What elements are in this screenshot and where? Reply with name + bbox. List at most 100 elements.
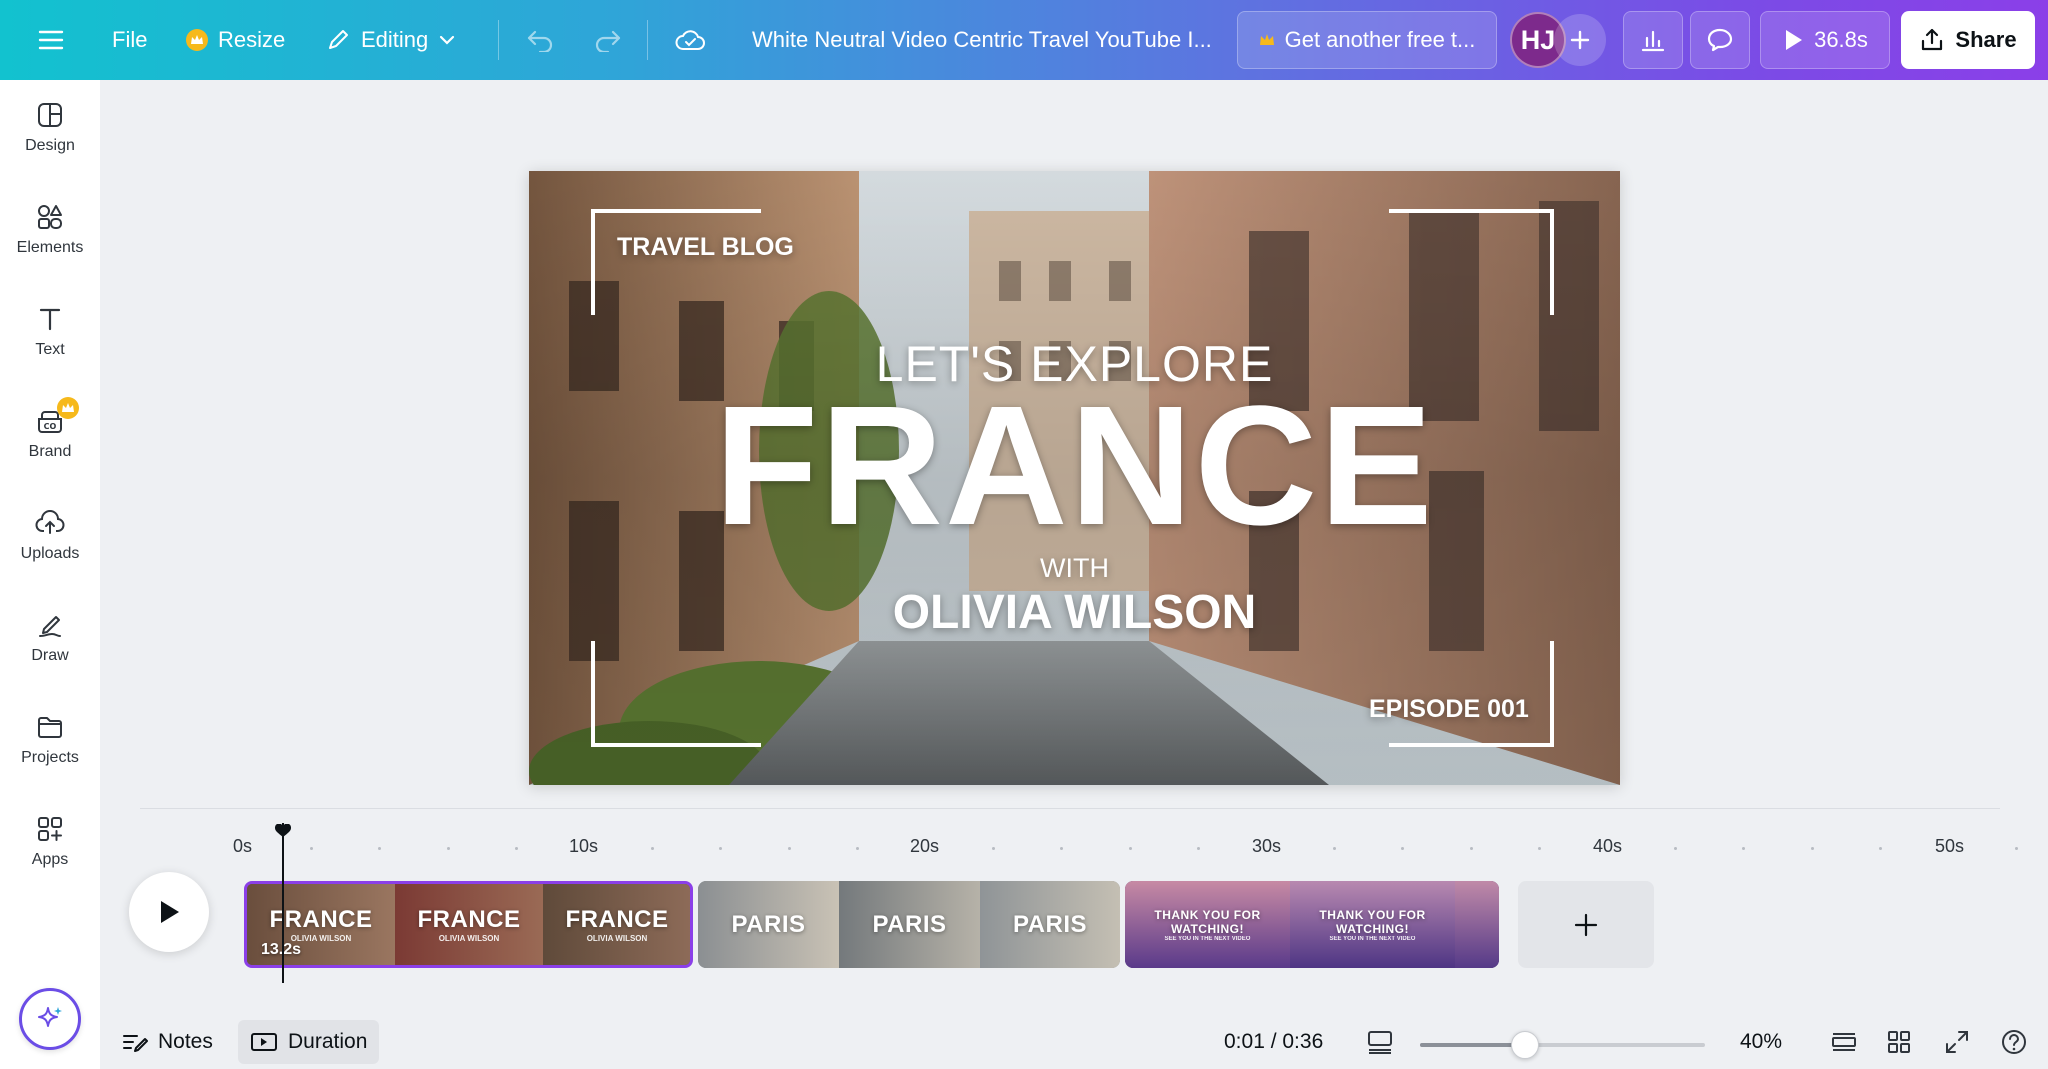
elements-icon (36, 203, 64, 231)
ruler-tick (1537, 847, 1541, 850)
grid-view-button[interactable] (1886, 1022, 1912, 1062)
editing-label: Editing (361, 27, 429, 52)
ruler-tick (1128, 847, 1132, 850)
clip-title: PARIS (872, 910, 947, 938)
ruler-label: 50s (1935, 836, 1965, 856)
clip-title: FRANCE (417, 906, 521, 933)
add-clip-button[interactable] (1518, 881, 1654, 968)
duration-button[interactable]: Duration (238, 1020, 380, 1064)
sidebar-item-apps[interactable]: Apps (0, 797, 100, 887)
sidebar-item-text[interactable]: Text (0, 287, 100, 377)
filmstrip-icon (1366, 1029, 1394, 1055)
crown-icon (186, 29, 208, 51)
fullscreen-button[interactable] (1944, 1022, 1970, 1062)
playhead[interactable] (282, 823, 284, 983)
ruler-label: 30s (1252, 836, 1282, 856)
ruler-tick (787, 847, 791, 850)
sidebar-item-projects[interactable]: Projects (0, 695, 100, 785)
menu-icon[interactable] (38, 0, 64, 80)
clip-frame: THANK YOU FOR WATCHING! SEE YOU IN THE N… (1125, 881, 1290, 968)
grid-icon (1886, 1029, 1912, 1055)
clip-title: PARIS (731, 910, 806, 938)
share-label: Share (1955, 27, 2017, 52)
ruler-label: 40s (1593, 836, 1623, 856)
zoom-level[interactable]: 40% (1740, 1022, 1782, 1062)
timeline-clip-france[interactable]: FRANCE OLIVIA WILSON FRANCE OLIVIA WILSO… (244, 881, 693, 968)
sidebar-item-label: Projects (21, 749, 79, 766)
sparkle-icon (35, 1004, 65, 1034)
notes-icon (122, 1031, 148, 1053)
sidebar-item-design[interactable]: Design (0, 83, 100, 173)
redo-button[interactable] (592, 0, 622, 80)
episode-text[interactable]: EPISODE 001 (1369, 695, 1529, 724)
sidebar-item-uploads[interactable]: Uploads (0, 491, 100, 581)
notes-button[interactable]: Notes (122, 1022, 213, 1062)
file-menu[interactable]: File (112, 0, 147, 80)
clip-subtitle: OLIVIA WILSON (586, 934, 648, 943)
pages-icon (1830, 1029, 1858, 1055)
free-trial-button[interactable]: Get another free t... (1237, 11, 1497, 69)
cloud-save-status[interactable] (674, 0, 706, 80)
comments-button[interactable] (1690, 11, 1750, 69)
redo-icon (592, 28, 622, 52)
ruler-tick (1674, 847, 1678, 850)
page-view-toggle[interactable] (1366, 1022, 1394, 1062)
clip-title: FRANCE (269, 906, 373, 933)
svg-text:CO: CO (44, 422, 57, 431)
timeline-clip-thank-you[interactable]: THANK YOU FOR WATCHING! SEE YOU IN THE N… (1125, 881, 1499, 968)
clip-frame (1455, 881, 1499, 968)
clip-title: PARIS (1012, 910, 1088, 938)
ruler-tick (2015, 847, 2019, 850)
sidebar-item-brand[interactable]: CO Brand (0, 389, 100, 479)
share-button[interactable]: Share (1901, 11, 2035, 69)
avatar-initials: HJ (1520, 24, 1556, 55)
ruler-tick (992, 847, 996, 850)
with-text[interactable]: WITH (529, 553, 1620, 584)
invite-button[interactable] (1554, 14, 1606, 66)
help-button[interactable] (2000, 1022, 2028, 1062)
free-trial-label: Get another free t... (1284, 27, 1476, 52)
sidebar-item-label: Brand (28, 443, 72, 460)
present-play-button[interactable]: 36.8s (1760, 11, 1890, 69)
insights-button[interactable] (1623, 11, 1683, 69)
pages-button[interactable] (1830, 1022, 1858, 1062)
design-canvas[interactable]: TRAVEL BLOG LET'S EXPLORE FRANCE WITH OL… (529, 171, 1620, 785)
ruler-tick (1333, 847, 1337, 850)
clip-frame: FRANCE OLIVIA WILSON (543, 884, 690, 965)
travel-blog-text[interactable]: TRAVEL BLOG (617, 233, 794, 262)
pencil-icon (325, 27, 351, 53)
sidebar-item-draw[interactable]: Draw (0, 593, 100, 683)
headline-text[interactable]: FRANCE (529, 381, 1620, 551)
clip-title: THANK YOU FOR WATCHING! (1319, 907, 1426, 936)
ruler-tick (1742, 847, 1746, 850)
clip-frame: FRANCE OLIVIA WILSON (395, 884, 543, 965)
playback-time-text: 0:01 / 0:36 (1224, 1030, 1324, 1053)
sidebar-item-elements[interactable]: Elements (0, 185, 100, 275)
divider (647, 20, 648, 60)
timeline-play-button[interactable] (129, 872, 209, 952)
uploads-icon (35, 509, 65, 537)
zoom-slider-track[interactable] (1420, 1043, 1705, 1047)
crown-icon (1259, 33, 1275, 47)
ruler-label: 10s (569, 836, 599, 856)
undo-button[interactable] (526, 0, 556, 80)
clip-frame: PARIS (839, 881, 980, 968)
left-sidebar: Design Elements Text CO Brand Uploads Dr… (0, 80, 100, 1069)
clip-frame: PARIS (980, 881, 1120, 968)
host-name-text[interactable]: OLIVIA WILSON (529, 585, 1620, 640)
editing-mode-dropdown[interactable]: Editing (325, 0, 456, 80)
duration-label: Duration (288, 1030, 368, 1053)
magic-assistant-button[interactable] (19, 988, 81, 1050)
ruler-tick (1401, 847, 1405, 850)
resize-button[interactable]: Resize (186, 0, 285, 80)
ruler-tick (1060, 847, 1064, 850)
document-title[interactable]: White Neutral Video Centric Travel YouTu… (752, 0, 1212, 80)
zoom-level-text: 40% (1740, 1030, 1783, 1053)
sidebar-item-label: Draw (31, 647, 69, 664)
timeline-clip-paris[interactable]: PARIS PARIS PARIS (698, 881, 1120, 968)
play-icon (156, 898, 182, 926)
ruler-tick (378, 847, 382, 850)
playhead-handle[interactable] (274, 824, 292, 838)
plus-icon (1569, 29, 1591, 51)
ruler-label: 0s (233, 836, 253, 856)
